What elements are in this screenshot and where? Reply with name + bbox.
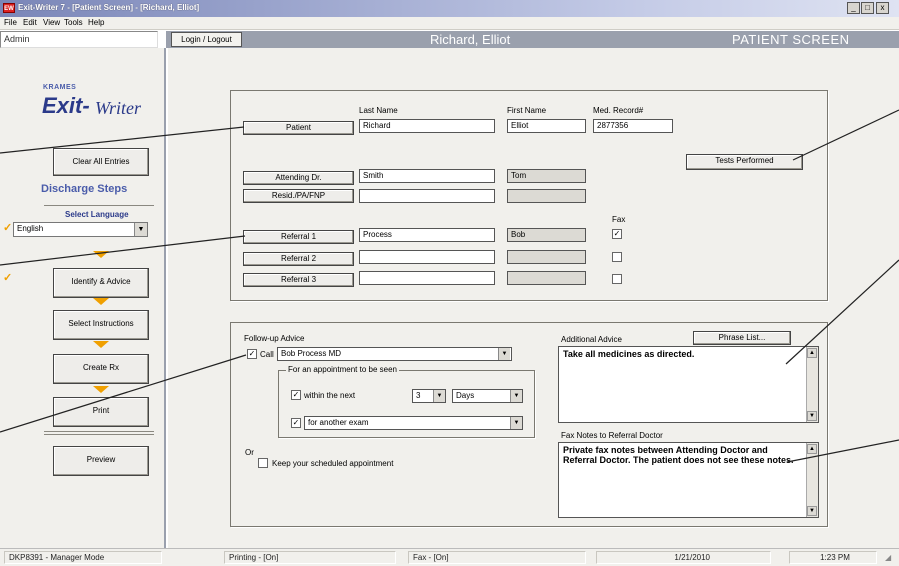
referral-3-last-name-field[interactable] [359,271,495,285]
attending-last-name-field[interactable]: Smith [359,169,495,183]
maximize-button[interactable]: □ [861,2,874,14]
referral-1-button[interactable]: Referral 1 [243,230,354,244]
sidebar-divider [44,434,154,435]
user-field: Admin [0,31,158,48]
status-mode: DKP8391 - Manager Mode [4,551,162,564]
preview-button[interactable]: Preview [53,446,149,476]
mrn-field[interactable]: 2877356 [593,119,673,133]
or-label: Or [245,448,254,457]
status-fax: Fax - [On] [408,551,586,564]
another-exam-select[interactable]: for another exam [304,416,523,430]
referral-2-first-name-field [507,250,586,264]
first-name-label: First Name [507,106,547,115]
scroll-up-icon[interactable]: ▲ [807,348,817,358]
keep-appointment-label: Keep your scheduled appointment [272,459,394,468]
logo-exit: Exit- [42,93,90,118]
scroll-down-icon[interactable]: ▼ [807,506,817,516]
phrase-list-button[interactable]: Phrase List... [693,331,791,345]
attending-first-name-field: Tom [507,169,586,183]
chevron-down-icon[interactable]: ▼ [510,390,522,402]
referral-1-first-name-field: Bob [507,228,586,242]
identify-advice-button[interactable]: Identify & Advice [53,268,149,298]
last-name-field[interactable]: Richard [359,119,495,133]
chevron-down-icon[interactable]: ▼ [134,223,147,236]
referral-2-fax-checkbox[interactable] [612,252,622,262]
menu-tools[interactable]: Tools [64,18,83,27]
language-select[interactable]: English [13,222,148,237]
select-language-label: Select Language [65,210,129,219]
call-label: Call [260,350,274,359]
patient-button[interactable]: Patient [243,121,354,135]
resize-grip-icon[interactable]: ◢ [885,553,891,562]
fax-label: Fax [612,215,626,224]
sidebar-divider [44,205,154,206]
select-instructions-button[interactable]: Select Instructions [53,310,149,340]
attending-dr-button[interactable]: Attending Dr. [243,171,354,185]
another-exam-checkbox[interactable]: ✓ [291,418,301,428]
referral-2-button[interactable]: Referral 2 [243,252,354,266]
referral-3-button[interactable]: Referral 3 [243,273,354,287]
step-arrow-icon [93,298,109,305]
last-name-label: Last Name [359,106,398,115]
menu-view[interactable]: View [43,18,60,27]
referral-3-fax-checkbox[interactable] [612,274,622,284]
referral-2-last-name-field[interactable] [359,250,495,264]
discharge-steps-heading: Discharge Steps [41,183,128,195]
faxnotes-label: Fax Notes to Referral Doctor [561,431,663,440]
menu-file[interactable]: File [4,18,17,27]
status-printing: Printing - [On] [224,551,396,564]
mrn-label: Med. Record# [593,106,644,115]
within-label: within the next [304,391,356,400]
resid-last-name-field[interactable] [359,189,495,203]
step-arrow-icon [93,341,109,348]
additional-advice-textarea[interactable]: Take all medicines as directed. [558,346,819,423]
step-arrow-icon [93,251,109,258]
scroll-down-icon[interactable]: ▼ [807,411,817,421]
status-time: 1:23 PM [789,551,877,564]
sidebar-divider [44,431,154,432]
keep-appointment-checkbox[interactable] [258,458,268,468]
chevron-down-icon[interactable]: ▼ [498,348,510,360]
close-button[interactable]: x [876,2,889,14]
tests-performed-button[interactable]: Tests Performed [686,154,803,170]
referral-1-fax-checkbox[interactable]: ✓ [612,229,622,239]
step-arrow-icon [93,386,109,393]
chevron-down-icon[interactable]: ▼ [433,390,445,402]
appointment-group-label: For an appointment to be seen [286,365,399,374]
checkmark-icon: ✓ [3,222,13,234]
minimize-button[interactable]: _ [847,2,860,14]
additional-advice-label: Additional Advice [561,335,622,344]
print-button[interactable]: Print [53,397,149,427]
referral-3-first-name-field [507,271,586,285]
scroll-up-icon[interactable]: ▲ [807,444,817,454]
patient-name-title: Richard, Elliot [430,32,511,47]
menu-edit[interactable]: Edit [23,18,37,27]
logo-writer: Writer [95,98,142,118]
faxnotes-textarea[interactable]: Private fax notes between Attending Doct… [558,442,819,518]
app-icon[interactable]: EW [3,3,15,13]
screen-title: PATIENT SCREEN [732,32,850,47]
chevron-down-icon[interactable]: ▼ [510,417,522,429]
status-date: 1/21/2010 [596,551,771,564]
menu-bar [0,17,899,30]
menu-help[interactable]: Help [88,18,104,27]
resid-pa-fnp-button[interactable]: Resid./PA/FNP [243,189,354,203]
checkmark-icon: ✓ [3,272,13,284]
call-select[interactable]: Bob Process MD [277,347,512,361]
clear-all-button[interactable]: Clear All Entries [53,148,149,176]
call-checkbox[interactable]: ✓ [247,349,257,359]
first-name-field[interactable]: Elliot [507,119,586,133]
logo-brand: KRAMES [43,84,77,91]
login-logout-button[interactable]: Login / Logout [171,32,242,47]
resid-first-name-field [507,189,586,203]
referral-1-last-name-field[interactable]: Process [359,228,495,242]
window-title: Exit-Writer 7 - [Patient Screen] - [Rich… [18,3,200,12]
within-checkbox[interactable]: ✓ [291,390,301,400]
followup-advice-label: Follow-up Advice [244,334,305,343]
create-rx-button[interactable]: Create Rx [53,354,149,384]
